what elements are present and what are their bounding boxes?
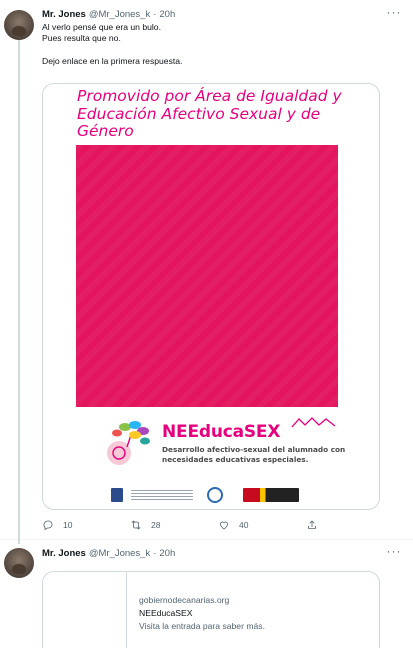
author-avatar[interactable] bbox=[4, 548, 34, 578]
gobierno-canarias-logo bbox=[111, 488, 123, 502]
tweet-text-line: Al verlo pensé que era un bulo. bbox=[42, 22, 161, 32]
like-count: 40 bbox=[239, 520, 249, 530]
link-domain: gobiernodecanarias.org bbox=[139, 595, 230, 605]
tweet-media-card[interactable]: Promovido por Área de Igualdad y Educaci… bbox=[42, 83, 380, 510]
reply-count: 10 bbox=[63, 520, 73, 530]
media-brand-name: NEEducaSEX bbox=[162, 422, 281, 442]
gobierno-espana-logo bbox=[243, 488, 299, 502]
more-horizontal-icon[interactable]: ··· bbox=[385, 5, 403, 23]
sponsor-logos bbox=[111, 486, 341, 504]
fondo-social-logo bbox=[207, 487, 223, 503]
link-preview-text: gobiernodecanarias.org NEEducaSEX Visita… bbox=[139, 594, 265, 633]
tweet[interactable]: Mr. Jones @Mr_Jones_k · 20h ··· gobierno… bbox=[0, 540, 413, 648]
tweet-timestamp[interactable]: 20h bbox=[159, 548, 175, 559]
needucasex-logo-icon bbox=[107, 421, 150, 465]
media-subtitle: Desarrollo afectivo-sexual del alumnado … bbox=[162, 445, 346, 464]
more-horizontal-icon[interactable]: ··· bbox=[385, 544, 403, 562]
tweet-actions: 10 28 40 bbox=[42, 517, 372, 533]
separator-dot: · bbox=[153, 8, 157, 20]
retweet-icon bbox=[131, 520, 141, 530]
tweet-header: Mr. Jones @Mr_Jones_k · 20h bbox=[42, 5, 383, 23]
media-illustration-panel bbox=[76, 145, 338, 407]
share-icon bbox=[308, 520, 316, 529]
retweet-button[interactable]: 28 bbox=[130, 519, 218, 531]
share-button[interactable] bbox=[306, 519, 318, 531]
reply-button[interactable]: 10 bbox=[42, 519, 130, 531]
decorative-zigzag bbox=[291, 417, 336, 428]
link-preview-card[interactable]: gobiernodecanarias.org NEEducaSEX Visita… bbox=[42, 571, 380, 648]
author-name[interactable]: Mr. Jones bbox=[42, 9, 86, 20]
tweet-text: Al verlo pensé que era un bulo. Pues res… bbox=[42, 22, 393, 67]
link-title: NEEducaSEX bbox=[139, 608, 193, 618]
thread-connector bbox=[18, 40, 20, 544]
tweet-text-line: Dejo enlace en la primera respuesta. bbox=[42, 55, 183, 66]
tweet-text-line: Pues resulta que no. bbox=[42, 33, 121, 44]
tweet-timestamp[interactable]: 20h bbox=[159, 9, 175, 20]
author-handle[interactable]: @Mr_Jones_k bbox=[89, 548, 150, 559]
tweet[interactable]: Mr. Jones @Mr_Jones_k · 20h ··· Al verlo… bbox=[0, 0, 413, 544]
like-button[interactable]: 40 bbox=[218, 519, 306, 531]
separator-dot: · bbox=[153, 547, 157, 559]
link-description: Visita la entrada para saber más. bbox=[139, 621, 265, 631]
author-avatar[interactable] bbox=[4, 10, 34, 40]
heart-icon bbox=[220, 521, 228, 530]
consejeria-logo bbox=[131, 490, 193, 500]
media-document-title: Promovido por Área de Igualdad y Educaci… bbox=[77, 87, 342, 140]
link-thumbnail bbox=[43, 572, 127, 648]
author-name[interactable]: Mr. Jones bbox=[42, 548, 86, 559]
reply-icon bbox=[43, 520, 53, 530]
retweet-count: 28 bbox=[151, 520, 161, 530]
author-handle[interactable]: @Mr_Jones_k bbox=[89, 9, 150, 20]
tweet-header: Mr. Jones @Mr_Jones_k · 20h bbox=[42, 544, 383, 562]
